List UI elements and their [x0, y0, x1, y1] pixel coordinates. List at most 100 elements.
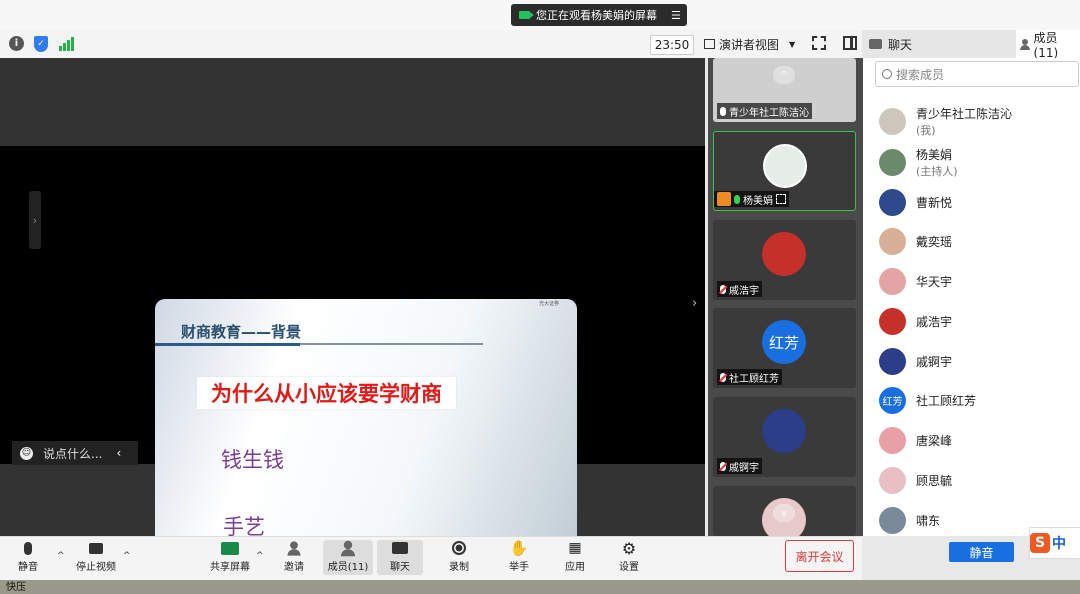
mic-icon: [734, 194, 740, 204]
chevron-down-icon[interactable]: v: [773, 504, 795, 522]
member-name: 顾思毓: [916, 473, 953, 488]
quick-chat-input[interactable]: 说点什么...: [43, 445, 102, 462]
video-tile[interactable]: 红芳 社工顾红芳: [713, 308, 856, 388]
search-icon: [882, 69, 892, 79]
member-name: 唐梁峰: [916, 433, 953, 448]
list-item[interactable]: 青少年社工陈洁沁 (我): [879, 106, 1012, 137]
chevron-up-icon[interactable]: ^: [773, 66, 795, 84]
taskbar-label: 快压: [6, 582, 26, 593]
video-tile[interactable]: ^ 青少年社工陈洁沁: [713, 58, 856, 122]
invite-button[interactable]: 邀请: [284, 540, 304, 573]
screen-share-icon: [776, 194, 786, 204]
slide-question: 为什么从小应该要学财商: [197, 377, 456, 409]
chat-icon: [391, 540, 409, 556]
member-search-input[interactable]: 搜索成员: [875, 61, 1079, 87]
sidebar-toggle-icon[interactable]: [843, 36, 857, 50]
list-item[interactable]: 顾思毓: [879, 465, 952, 495]
list-item[interactable]: 戴奕瑶: [879, 226, 952, 256]
shield-icon[interactable]: ✓: [34, 36, 48, 52]
info-icon[interactable]: i: [9, 36, 24, 51]
share-screen-button[interactable]: 共享屏幕: [210, 540, 250, 573]
member-name: 戴奕瑶: [916, 234, 953, 249]
tile-name: 戚锕宇: [729, 462, 759, 474]
settings-button[interactable]: ⚙ 设置: [619, 538, 639, 574]
list-item[interactable]: 杨美娟 (主持人): [879, 147, 958, 178]
member-name: 戚浩宇: [916, 314, 953, 329]
apps-grid-icon: ▦: [568, 540, 582, 556]
mic-muted-icon: [720, 284, 726, 294]
avatar: [879, 506, 906, 534]
list-item[interactable]: 戚浩宇: [879, 306, 952, 336]
members-button[interactable]: 成员(11): [323, 540, 373, 575]
chat-bubble-icon: [869, 39, 882, 49]
video-tile[interactable]: v: [713, 486, 856, 536]
collapse-left-handle[interactable]: ›: [29, 191, 41, 249]
sharing-notice[interactable]: 您正在观看杨美娟的屏幕 ☰: [511, 4, 687, 26]
chevron-right-icon[interactable]: ›: [692, 296, 697, 311]
sharing-text: 您正在观看杨美娟的屏幕: [536, 9, 657, 22]
record-icon: [450, 540, 468, 556]
list-item[interactable]: 啸东: [879, 505, 940, 535]
host-badge-icon: [717, 192, 731, 206]
avatar: [879, 267, 906, 295]
video-tile[interactable]: 杨美娟: [713, 131, 856, 211]
chevron-left-icon[interactable]: ‹: [116, 446, 121, 460]
mic-muted-icon: [720, 372, 726, 382]
view-mode-dropdown[interactable]: 演讲者视图 ▼: [704, 35, 800, 53]
list-item[interactable]: 红芳 社工顾红芳: [879, 385, 976, 415]
taskbar-strip: [0, 580, 1080, 594]
avatar: 红芳: [879, 386, 906, 414]
chevron-up-icon[interactable]: ^: [256, 551, 264, 561]
video-tile[interactable]: 戚浩宇: [713, 220, 856, 300]
tile-label: 杨美娟: [714, 191, 789, 207]
tile-label: 戚锕宇: [717, 458, 762, 474]
member-name: 曹新悦: [916, 195, 953, 210]
member-name: 杨美娟: [916, 147, 953, 162]
tile-label: 社工顾红芳: [717, 369, 782, 385]
chevron-up-icon[interactable]: ^: [57, 551, 65, 561]
chat-button[interactable]: 聊天: [377, 540, 423, 575]
ime-indicator[interactable]: S 中: [1029, 527, 1080, 559]
invite-label: 邀请: [284, 562, 304, 573]
tab-chat[interactable]: 聊天: [863, 30, 1016, 58]
settings-label: 设置: [619, 562, 639, 573]
share-screen-icon: [221, 540, 239, 556]
fullscreen-icon[interactable]: [812, 36, 826, 50]
quick-chat-bar[interactable]: ☺ 说点什么... ‹: [12, 441, 138, 465]
list-item[interactable]: 戚锕宇: [879, 346, 952, 376]
mic-icon: [720, 106, 726, 116]
avatar: 红芳: [762, 320, 806, 364]
mic-muted-icon: [720, 461, 726, 471]
meeting-timer: 23:50: [650, 35, 694, 55]
video-tiles-column: ^ 青少年社工陈洁沁 杨美娟 戚浩宇 红芳 社工顾红芳 戚锕宇 v: [708, 58, 863, 536]
stop-video-button[interactable]: 停止视频: [76, 540, 116, 573]
chevron-up-icon[interactable]: ^: [123, 551, 131, 561]
sogou-ime-icon: S: [1030, 533, 1050, 553]
list-item[interactable]: 华天宇: [879, 266, 952, 296]
share-screen-label: 共享屏幕: [210, 562, 250, 573]
raise-hand-button[interactable]: ✋ 举手: [509, 539, 529, 573]
avatar: [879, 148, 906, 176]
list-item[interactable]: 唐梁峰: [879, 425, 952, 455]
signal-icon[interactable]: [59, 37, 75, 51]
person-icon: [1020, 38, 1030, 50]
gear-icon: ⚙: [621, 538, 637, 558]
video-tile[interactable]: 戚锕宇: [713, 397, 856, 477]
apps-button[interactable]: ▦ 应用: [565, 540, 585, 573]
smiley-icon[interactable]: ☺: [20, 446, 33, 460]
tile-name: 杨美娟: [743, 195, 773, 207]
mute-all-button[interactable]: 静音: [949, 542, 1014, 562]
list-item[interactable]: 曹新悦: [879, 187, 952, 217]
avatar: [879, 107, 906, 135]
mute-button[interactable]: 静音: [18, 540, 38, 573]
avatar: [762, 409, 806, 453]
record-button[interactable]: 录制: [449, 540, 469, 573]
meeting-topbar: i ✓ 23:50 演讲者视图 ▼: [0, 30, 862, 59]
tab-members[interactable]: 成员(11): [1016, 30, 1080, 60]
leave-meeting-button[interactable]: 离开会议: [785, 540, 854, 572]
camera-icon: [519, 11, 534, 19]
member-search-placeholder: 搜索成员: [896, 67, 945, 82]
slide-title: 财商教育——背景: [181, 323, 302, 341]
chat-label: 聊天: [390, 562, 410, 573]
apps-label: 应用: [565, 562, 585, 573]
